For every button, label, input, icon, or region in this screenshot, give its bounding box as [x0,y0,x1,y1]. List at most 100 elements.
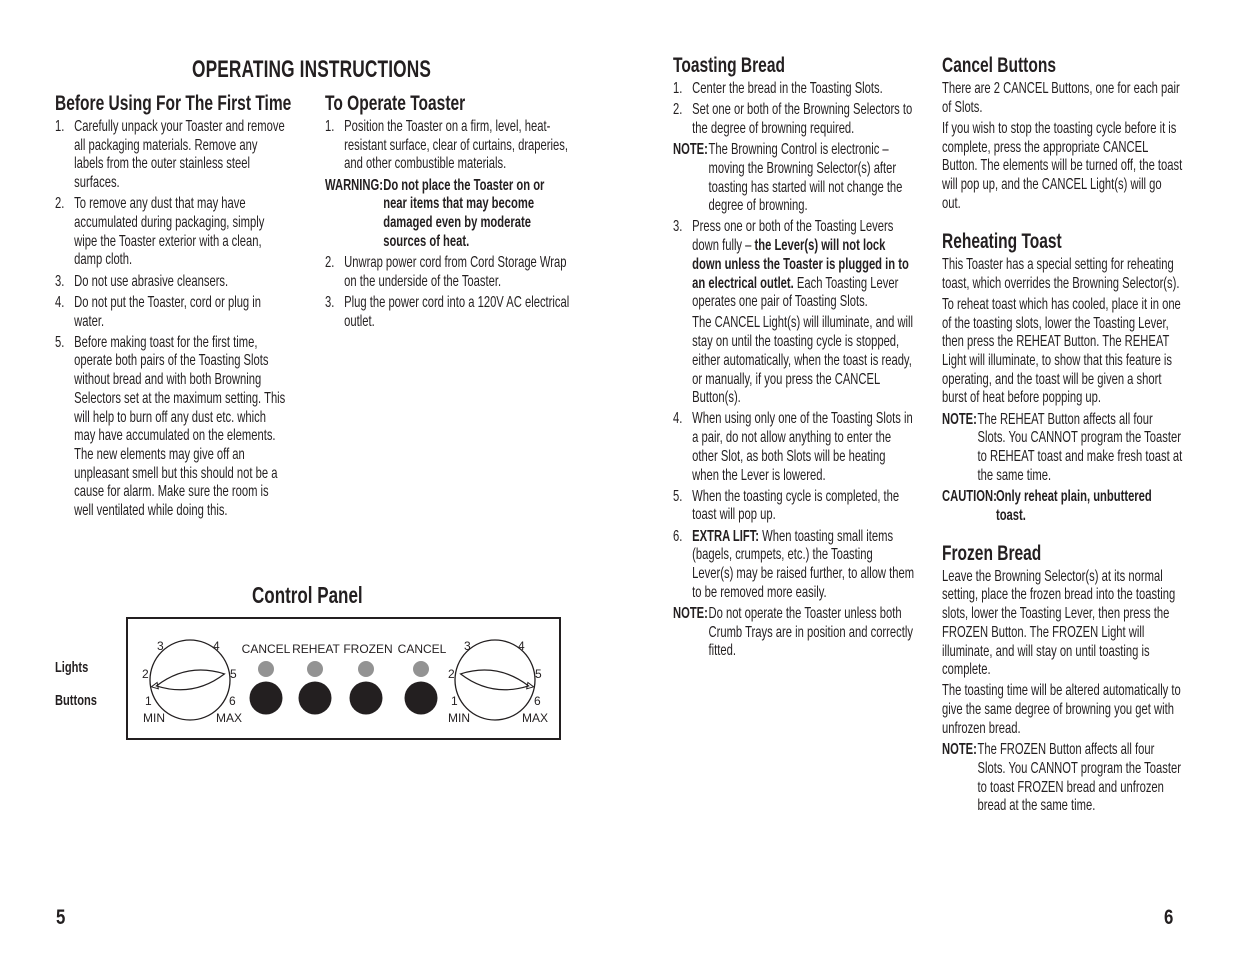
list-number: 1. [55,118,65,135]
first-time-list: 1. Carefully unpack your Toaster and rem… [55,118,289,521]
dial-number-5: 5 [535,667,542,681]
caution-text: Only reheat plain, unbuttered toast. [995,487,1152,524]
list-item: 3. Press one or both of the Toasting Lev… [673,218,914,408]
cancel-right-label: CANCEL [398,642,447,656]
frozen-button[interactable] [349,681,383,715]
list-number: 2. [673,101,683,119]
list-number: 5. [673,487,683,505]
dial-min-label: MIN [143,711,165,725]
list-number: 3. [325,293,335,311]
note-label: NOTE: [942,410,977,428]
control-panel-title: Control Panel [252,582,363,608]
list-text: Center the bread in the Toasting Slots. [692,80,883,97]
list-subparagraph: The CANCEL Light(s) will illuminate, and… [692,314,914,407]
paragraph: To reheat toast which has cooled, place … [942,295,1181,407]
page-number-left: 5 [56,906,66,929]
list-text: Do not use abrasive cleansers. [74,272,229,290]
cancel-body: There are 2 CANCEL Buttons, one for each… [942,80,1183,213]
list-number: 4. [673,410,683,428]
list-item: 5. When the toasting cycle is completed,… [673,488,914,525]
list-number: 2. [325,253,335,271]
extra-lift-label: EXTRA LIFT: [692,527,760,545]
cancel-left-label: CANCEL [242,642,291,656]
frozen-label: FROZEN [343,642,392,656]
note: NOTE: The FROZEN Button affects all four… [942,741,1183,816]
dial-pointer [155,669,226,691]
dial-pointer [459,669,530,691]
reheat-heading: Reheating Toast [942,229,1062,253]
dial-number-5: 5 [230,667,237,681]
list-text: Set one or both of the Browning Selector… [692,101,913,137]
list-number: 3. [673,218,683,236]
list-item: 1. Carefully unpack your Toaster and rem… [55,118,289,193]
paragraph: The toasting time will be altered automa… [942,682,1181,737]
note-label: NOTE: [673,604,708,622]
list-item: 5. Before making toast for the first tim… [55,334,289,521]
note-label: NOTE: [942,741,977,759]
dial-number-4: 4 [518,639,525,653]
list-item: 6. EXTRA LIFT: When toasting small items… [673,528,914,603]
list-text: EXTRA LIFT: When toasting small items (b… [692,528,914,603]
list-number: 2. [55,195,65,213]
right-column: Cancel Buttons There are 2 CANCEL Button… [942,54,1235,818]
control-panel-diagram: 3 4 2 5 1 6 MIN MAX CANCEL REHEAT FROZEN… [126,617,561,740]
frozen-heading: Frozen Bread [942,541,1042,565]
dial-number-1: 1 [145,694,152,708]
operate-heading: To Operate Toaster [325,92,466,115]
list-item: 2. Unwrap power cord from Cord Storage W… [325,254,570,291]
reheat-label: REHEAT [292,642,340,656]
reheat-body: This Toaster has a special setting for r… [942,256,1183,525]
frozen-light [358,661,374,677]
dial-number-6: 6 [534,694,541,708]
dial-min-label: MIN [448,711,470,725]
paragraph: There are 2 CANCEL Buttons, one for each… [942,80,1180,116]
note-text: Do not operate the Toaster unless both C… [708,604,913,660]
operate-section: To Operate Toaster 1. Position the Toast… [325,92,670,334]
dial-indicator-triangle [526,681,535,690]
dial-number-3: 3 [464,639,471,653]
list-number: 1. [673,80,683,97]
dial-number-1: 1 [451,694,458,708]
dial-indicator-triangle [150,681,159,690]
note: NOTE: The REHEAT Button affects all four… [942,411,1183,486]
page-title: OPERATING INSTRUCTIONS [192,56,432,83]
warning-text: Do not place the Toaster on or near item… [383,176,545,250]
lights-label: Lights [55,659,89,676]
caution-note: CAUTION: Only reheat plain, unbuttered t… [942,488,1183,525]
list-text: When the toasting cycle is completed, th… [692,487,900,524]
list-number: 1. [325,118,335,135]
list-number: 6. [673,527,683,545]
list-item: 2. To remove any dust that may have accu… [55,195,289,270]
list-item: 4. When using only one of the Toasting S… [673,410,914,485]
reheat-section: Reheating Toast This Toaster has a speci… [942,230,1235,525]
dial-max-label: MAX [216,711,242,725]
cancel-left-button[interactable] [249,681,283,715]
dial-number-2: 2 [142,667,149,681]
buttons-label: Buttons [55,692,97,709]
list-item: 3. Do not use abrasive cleansers. [55,273,289,292]
list-number: 3. [55,272,65,290]
list-item: 1. Position the Toaster on a firm, level… [325,118,570,174]
list-item: 4. Do not put the Toaster, cord or plug … [55,294,289,331]
cancel-section: Cancel Buttons There are 2 CANCEL Button… [942,54,1235,213]
first-time-heading: Before Using For The First Time [55,92,292,115]
warning-note: WARNING: Do not place the Toaster on or … [325,177,570,252]
dial-number-2: 2 [448,667,455,681]
frozen-section: Frozen Bread Leave the Browning Selector… [942,542,1235,816]
caution-label: CAUTION: [942,487,997,505]
list-text: To remove any dust that may have accumul… [74,195,265,269]
list-item: 2. Set one or both of the Browning Selec… [673,101,914,138]
paragraph: If you wish to stop the toasting cycle b… [942,119,1183,212]
cancel-left-light [258,661,274,677]
reheat-button[interactable] [298,681,332,715]
toasting-list: 1. Center the bread in the Toasting Slot… [673,80,914,661]
cancel-right-button[interactable] [404,681,438,715]
toasting-heading: Toasting Bread [673,54,785,77]
paragraph: Leave the Browning Selector(s) at its no… [942,567,1176,679]
list-number: 4. [55,293,65,311]
reheat-light [307,661,323,677]
list-item: 1. Center the bread in the Toasting Slot… [673,80,914,99]
cancel-heading: Cancel Buttons [942,54,1056,77]
